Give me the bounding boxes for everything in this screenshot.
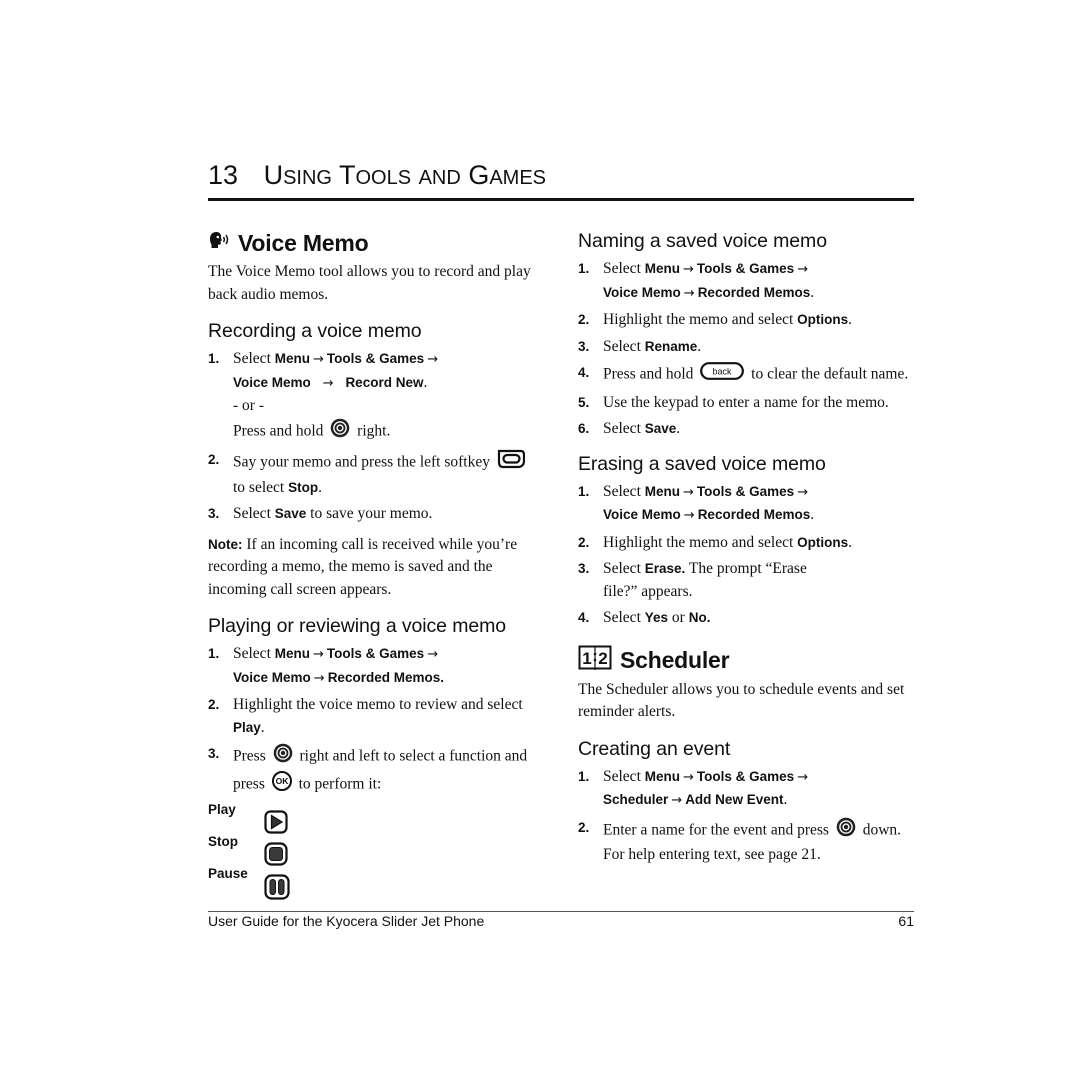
voice-memo-title: Voice Memo — [238, 229, 369, 256]
arrow-icon: → — [683, 484, 694, 500]
stop-icon — [264, 842, 288, 871]
note-label: Note: — [208, 536, 243, 552]
list-item: 3. Select Save to save your memo. — [208, 505, 433, 522]
arrow-icon: → — [427, 352, 439, 367]
list-item: 2. Highlight the memo and select Options… — [578, 533, 853, 551]
right-column: Naming a saved voice memo 1. Select Menu… — [578, 226, 918, 871]
footer-guide-title: User Guide for the Kyocera Slider Jet Ph… — [208, 913, 485, 929]
recording-steps: 1. Select Menu → Tools & Games → Voice Memo… — [208, 348, 548, 526]
scheduler-intro: The Scheduler allows you to schedule eve… — [578, 680, 905, 721]
list-item: 1. Select Menu → Tools & Games → Voice Memo… — [208, 348, 548, 445]
voice-memo-intro: The Voice Memo tool allows you to record… — [208, 263, 531, 303]
list-item: 3. Press right and left to select a func… — [208, 743, 548, 798]
arrow-icon: → — [683, 769, 694, 785]
chapter-title-word-3: AND — [418, 167, 461, 189]
scheduler-calendar-icon: 1 2 — [578, 645, 612, 677]
list-item: 2. Say your memo and press the left soft… — [208, 449, 548, 499]
page-number: 61 — [898, 913, 914, 929]
svg-text:1: 1 — [582, 649, 591, 668]
naming-steps: 1. Select Menu → Tools & Games → Voice Memo… — [578, 258, 918, 441]
navigation-key-icon — [836, 817, 856, 845]
navigation-key-icon — [273, 743, 293, 771]
chapter-title: 13 USING TOOLS AND GAMES — [208, 160, 546, 191]
function-pause: Pause — [208, 866, 548, 900]
arrow-icon: → — [683, 262, 694, 277]
footer-rule — [208, 911, 914, 912]
list-item: 4. Select Yes or No. — [578, 609, 711, 626]
menu-path-menu: Menu — [274, 351, 310, 366]
erasing-heading: Erasing a saved voice memo — [578, 452, 826, 475]
list-item: 1. Select Menu → Tools & Games → Voice Memo… — [578, 260, 815, 301]
arrow-icon: → — [797, 769, 809, 785]
creating-event-steps: 1. Select Menu → Tools & Games → Scheduler →… — [578, 766, 918, 867]
list-item: 1. Select Menu → Tools & Games → Voice Memo… — [578, 482, 815, 524]
playback-functions: Play Stop Pause — [208, 802, 548, 900]
function-play: Play — [208, 802, 548, 834]
erasing-steps: 1. Select Menu → Tools & Games → Voice Memo… — [578, 481, 918, 630]
chapter-title-word-1: USING — [263, 160, 332, 190]
list-item: 4. Press and hold back to clear the defa… — [578, 362, 918, 388]
arrow-icon: → — [683, 285, 695, 301]
list-item: 5. Use the keypad to enter a name for th… — [578, 393, 889, 411]
arrow-icon: → — [671, 793, 683, 808]
list-item: 1. Select Menu → Tools & Games → Voice Memo… — [208, 645, 444, 686]
ok-key-icon: OK — [271, 770, 292, 799]
naming-heading: Naming a saved voice memo — [578, 230, 827, 252]
play-icon — [264, 810, 288, 839]
or-separator: - or - — [233, 397, 264, 414]
arrow-icon: → — [313, 670, 325, 686]
menu-path-tools-games: Tools & Games — [326, 351, 425, 366]
list-item: 2. Highlight the memo and select Options… — [578, 311, 853, 328]
creating-event-heading: Creating an event — [578, 737, 731, 760]
chapter-title-word-4: GAMES — [468, 160, 547, 190]
chapter-title-word-2: TOOLS — [338, 160, 412, 190]
arrow-icon: → — [322, 375, 334, 391]
back-key-icon: back — [700, 362, 745, 388]
arrow-icon: → — [313, 647, 324, 662]
scheduler-title: Scheduler — [620, 647, 730, 673]
list-item: 3. Select Rename. — [578, 337, 702, 355]
function-stop: Stop — [208, 834, 548, 866]
chapter-rule — [208, 198, 914, 201]
scheduler-heading: 1 2 Scheduler — [578, 644, 918, 678]
note: Note: If an incoming call is received wh… — [208, 534, 548, 602]
arrow-icon: → — [683, 508, 695, 523]
menu-path-record-new: Record New — [345, 374, 424, 390]
arrow-icon: → — [797, 484, 809, 500]
voice-memo-speaking-head-icon — [208, 230, 230, 257]
pause-icon — [264, 874, 290, 905]
recording-heading: Recording a voice memo — [208, 320, 422, 342]
chapter-number: 13 — [208, 160, 239, 190]
playing-heading: Playing or reviewing a voice memo — [208, 615, 506, 637]
back-key-label: back — [713, 367, 733, 377]
voice-memo-heading: Voice Memo — [208, 226, 548, 260]
arrow-icon: → — [313, 352, 324, 367]
left-softkey-icon — [497, 449, 525, 477]
note-text: If an incoming call is received while yo… — [208, 535, 518, 598]
svg-text:OK: OK — [275, 776, 289, 786]
arrow-icon: → — [427, 647, 439, 662]
list-item: 2. Enter a name for the event and press … — [578, 817, 918, 867]
list-item: 2. Highlight the voice memo to review an… — [208, 696, 523, 736]
arrow-icon: → — [797, 262, 809, 277]
list-item: 1. Select Menu → Tools & Games → Scheduler →… — [578, 767, 809, 809]
list-item: 3. Select Erase. The prompt “Erase file?… — [578, 560, 807, 600]
menu-path-voice-memo: Voice Memo — [233, 374, 311, 390]
list-item: 6. Select Save. — [578, 420, 681, 437]
playing-steps: 1. Select Menu → Tools & Games → Voice Memo… — [208, 643, 548, 798]
left-column: Voice Memo The Voice Memo tool allows yo… — [208, 226, 548, 900]
svg-text:2: 2 — [598, 649, 607, 668]
navigation-key-icon — [330, 418, 350, 446]
